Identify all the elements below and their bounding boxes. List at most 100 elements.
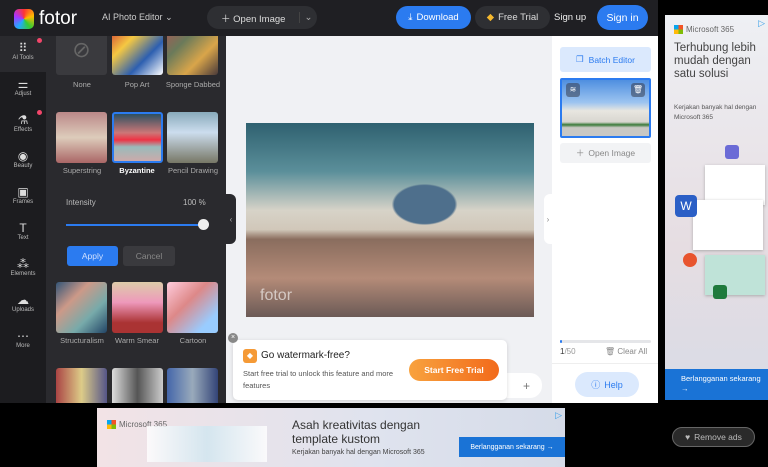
open-image-label: Open Image (588, 148, 636, 158)
effect-label: None (73, 80, 91, 89)
ad-cta-button[interactable]: Berlangganan sekarang → (459, 437, 565, 457)
rail-item-more[interactable]: ⋯ More (0, 324, 46, 360)
microsoft-logo-icon (107, 420, 116, 429)
notification-dot (37, 110, 42, 115)
effect-none[interactable]: ⊘ (56, 36, 107, 75)
side-advertisement[interactable]: Microsoft 365 ▷ Terhubung lebih mudah de… (665, 15, 768, 400)
image-count: 1/50 (560, 347, 576, 356)
download-button[interactable]: ⤓ Download (396, 6, 471, 29)
sign-in-button[interactable]: Sign in (597, 5, 648, 30)
ad-subtext: Kerjakan banyak hal dengan Microsoft 365 (674, 104, 757, 121)
ad-brand-label: Microsoft 365 (686, 25, 735, 34)
rail-item-beauty[interactable]: ◉ Beauty (0, 144, 46, 180)
effect-thumbnail[interactable] (112, 368, 163, 403)
sign-up-link[interactable]: Sign up (554, 12, 586, 23)
layers-icon[interactable]: ≋ (566, 83, 580, 97)
intensity-label: Intensity (66, 198, 96, 207)
effect-label: Sponge Dabbed (165, 80, 221, 89)
effect-label: Byzantine (119, 166, 155, 175)
trash-icon[interactable]: 🗑 (631, 83, 645, 97)
plus-icon: ＋ (575, 148, 585, 158)
effect-sponge-dabbed[interactable] (167, 36, 218, 75)
diamond-icon: ◆ (486, 12, 495, 23)
count-total: /50 (564, 347, 576, 356)
effect-structuralism[interactable] (56, 282, 107, 333)
frame-icon: ▣ (17, 185, 29, 199)
cancel-button[interactable]: Cancel (123, 246, 175, 266)
trash-icon: 🗑 (605, 347, 616, 356)
grid-icon: ⠿ (18, 41, 28, 55)
close-icon[interactable]: × (228, 333, 238, 343)
collapse-left-panel-button[interactable]: ‹ (226, 194, 236, 244)
batch-editor-button[interactable]: ❐ Batch Editor (560, 47, 651, 72)
progress-fill (560, 340, 562, 343)
rail-item-ai-tools[interactable]: ⠿ AI Tools (0, 36, 46, 72)
rail-item-text[interactable]: T Text (0, 216, 46, 252)
open-image-button[interactable]: ＋ Open Image ⌄ (207, 6, 317, 29)
watermark: fotor (260, 287, 293, 304)
help-label: Help (604, 379, 623, 390)
flask-icon: ⚗ (17, 113, 29, 127)
effect-superstring[interactable] (56, 112, 107, 163)
adchoices-icon[interactable]: ▷ (758, 18, 765, 29)
intensity-slider-handle[interactable] (198, 219, 209, 230)
image-thumbnail[interactable]: ≋ 🗑 (560, 78, 651, 138)
rail-item-uploads[interactable]: ☁ Uploads (0, 288, 46, 324)
apply-button[interactable]: Apply (67, 246, 118, 266)
effect-thumbnail[interactable] (56, 368, 107, 403)
effect-label: Warm Smear (115, 336, 159, 345)
effect-label: Pop Art (124, 80, 150, 89)
notification-dot (37, 38, 42, 43)
right-panel: ❐ Batch Editor ≋ 🗑 ＋ Open Image 1/50 🗑 Cle… (552, 36, 658, 403)
clear-all-label: Clear All (617, 347, 648, 356)
effect-label: Cartoon (179, 336, 207, 345)
intensity-value: 100 % (183, 198, 206, 207)
brand-name: fotor (39, 8, 78, 29)
office-apps-illustration (147, 426, 267, 462)
remove-ads-button[interactable]: ♥ Remove ads (672, 427, 755, 447)
effect-warm-smear[interactable] (112, 282, 163, 333)
effect-thumbnail[interactable] (167, 368, 218, 403)
start-free-trial-button[interactable]: Start Free Trial (409, 359, 499, 381)
effect-byzantine[interactable] (112, 112, 163, 163)
free-trial-button[interactable]: ◆ Free Trial (475, 6, 550, 29)
help-button[interactable]: ⓘ Help (575, 372, 639, 397)
effect-cartoon[interactable] (167, 282, 218, 333)
rail-label: Effects (13, 127, 33, 133)
chevron-right-icon: › (546, 214, 550, 224)
download-label: Download (416, 12, 459, 23)
ad-cta-button[interactable]: Berlangganan sekarang → (665, 369, 768, 400)
batch-editor-label: Batch Editor (588, 54, 635, 65)
open-image-label: Open Image (233, 13, 286, 25)
adchoices-icon[interactable]: ▷ (555, 410, 562, 421)
top-bar: fotor AI Photo Editor ⌄ ＋ Open Image ⌄ ⤓ D… (0, 0, 658, 36)
popup-description: Start free trial to unlock this feature … (243, 369, 394, 390)
fotor-logo[interactable]: fotor (14, 8, 77, 30)
bottom-advertisement[interactable]: Microsoft 365 ▷ Asah kreativitas dengan … (97, 408, 565, 467)
rail-item-elements[interactable]: ⁂ Elements (0, 252, 46, 288)
edited-photo[interactable]: fotor (246, 123, 534, 317)
editor-menu-label: AI Photo Editor (102, 12, 163, 22)
open-image-button-secondary[interactable]: ＋ Open Image (560, 143, 651, 163)
effects-panel: ⊘ None Pop Art Sponge Dabbed Superstring… (46, 36, 226, 403)
microsoft-logo-icon (674, 25, 683, 34)
intensity-slider-track[interactable] (66, 224, 203, 226)
rail-label: AI Tools (12, 55, 34, 61)
rail-item-effects[interactable]: ⚗ Effects (0, 108, 46, 144)
collapse-right-panel-button[interactable]: › (544, 194, 552, 244)
logo-mark-icon (14, 9, 34, 29)
clear-all-button[interactable]: 🗑 Clear All (605, 347, 647, 356)
chevron-down-icon[interactable]: ⌄ (299, 12, 317, 23)
rail-item-frames[interactable]: ▣ Frames (0, 180, 46, 216)
heart-icon: ♥ (685, 432, 691, 442)
effect-pencil-drawing[interactable] (167, 112, 218, 163)
rail-label: Frames (12, 199, 34, 205)
download-icon: ⤓ (408, 12, 413, 23)
plus-icon[interactable]: + (523, 379, 530, 393)
rail-item-adjust[interactable]: ⚌ Adjust (0, 72, 46, 108)
effect-pop-art[interactable] (112, 36, 163, 75)
editor-menu[interactable]: AI Photo Editor ⌄ (102, 12, 173, 23)
rail-label: Elements (10, 271, 36, 277)
tool-rail: ⠿ AI Tools ⚌ Adjust ⚗ Effects ◉ Beauty ▣ Fram… (0, 36, 46, 403)
plus-icon: ＋ (221, 13, 231, 25)
